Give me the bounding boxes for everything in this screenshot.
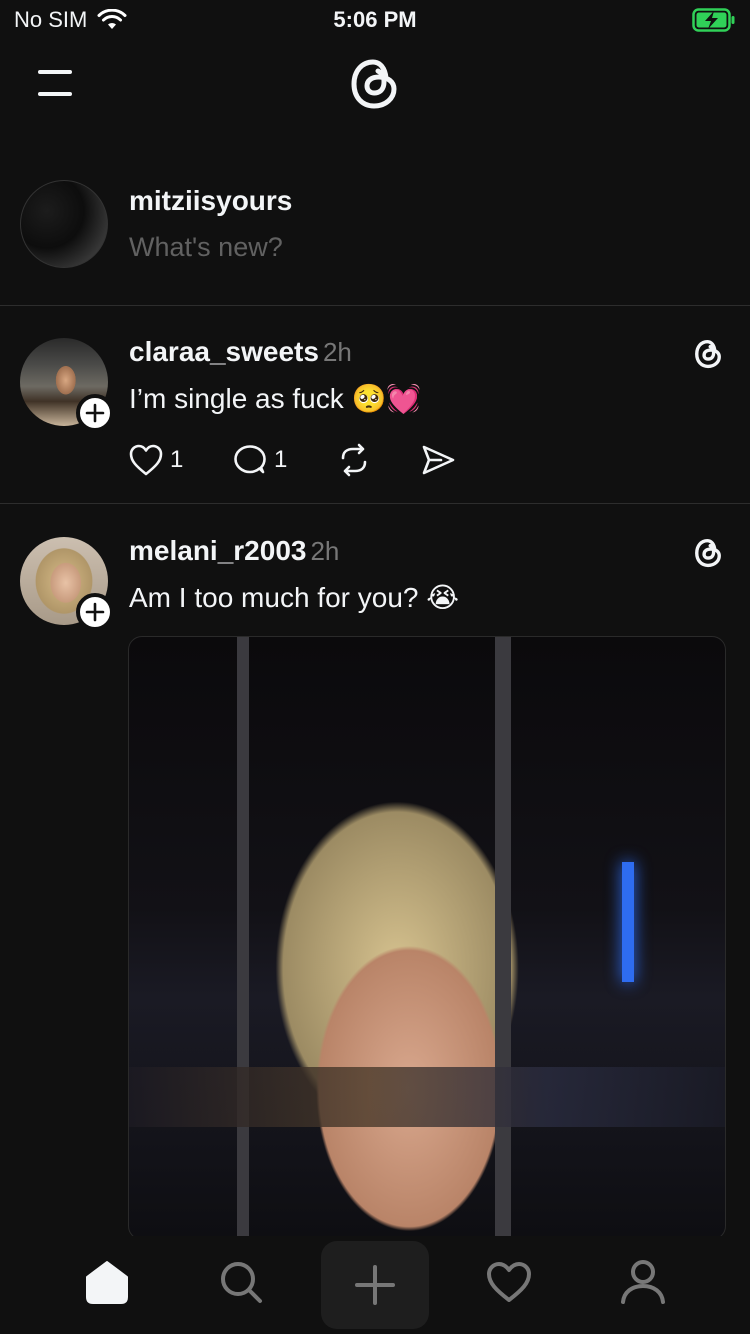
post-time: 2h — [310, 536, 340, 566]
heart-icon — [129, 444, 163, 476]
share-button[interactable] — [420, 442, 456, 478]
follow-button[interactable] — [76, 593, 114, 631]
post-actions: 1 1 — [128, 442, 488, 478]
image-lit-tower — [622, 862, 634, 982]
own-avatar[interactable] — [20, 180, 108, 268]
post-text: Am I too much for you? 😭 — [129, 582, 459, 613]
plus-icon — [85, 403, 105, 423]
post-text: I’m single as fuck 🥺💓 — [129, 383, 422, 414]
tab-search[interactable] — [205, 1246, 277, 1318]
follow-button[interactable] — [76, 394, 114, 432]
image-window-frame — [237, 637, 249, 1239]
post-author[interactable]: melani_r2003 2h — [129, 535, 339, 567]
tab-activity[interactable] — [473, 1246, 545, 1318]
composer-username: mitziisyours — [129, 185, 293, 216]
battery-charging-icon — [692, 8, 735, 32]
username[interactable]: claraa_sweets — [129, 336, 319, 367]
bottom-tab-bar — [0, 1236, 750, 1334]
hamburger-icon — [38, 70, 72, 96]
post-image[interactable] — [128, 636, 726, 1240]
status-time: 5:06 PM — [333, 7, 417, 32]
home-icon — [86, 1261, 128, 1304]
plus-icon — [85, 602, 105, 622]
repost-button[interactable] — [336, 442, 372, 478]
thread-post[interactable]: melani_r2003 2h Am I too much for you? 😭 — [0, 505, 750, 1245]
menu-button[interactable] — [36, 68, 76, 98]
profile-icon — [621, 1260, 665, 1304]
tab-profile[interactable] — [607, 1246, 679, 1318]
post-author[interactable]: claraa_sweets 2h — [129, 336, 352, 368]
threads-feed-screen: No SIM 5:06 PM mitziisyours What's new? — [0, 0, 750, 1334]
tab-new-post[interactable] — [321, 1241, 429, 1329]
status-bar: No SIM 5:06 PM — [0, 0, 750, 42]
like-button[interactable]: 1 — [128, 442, 183, 478]
new-thread-composer[interactable]: mitziisyours What's new? — [0, 180, 750, 306]
image-city-lights — [129, 1067, 725, 1127]
search-icon — [221, 1262, 262, 1303]
reply-button[interactable]: 1 — [232, 442, 287, 478]
like-count: 1 — [170, 446, 184, 473]
username[interactable]: melani_r2003 — [129, 535, 306, 566]
composer-placeholder[interactable]: What's new? — [129, 232, 283, 263]
threads-logo-icon[interactable] — [342, 52, 406, 116]
reply-count: 1 — [274, 446, 288, 473]
thread-post[interactable]: claraa_sweets 2h I’m single as fuck 🥺💓 1 … — [0, 306, 750, 504]
threads-logo-icon[interactable] — [690, 336, 726, 372]
heart-icon — [487, 1262, 531, 1302]
image-window-frame — [495, 637, 511, 1239]
comment-icon — [234, 445, 266, 474]
post-time: 2h — [322, 337, 352, 367]
tab-home[interactable] — [71, 1246, 143, 1318]
send-icon — [422, 445, 455, 475]
repost-icon — [341, 443, 367, 477]
new-post-icon — [355, 1265, 395, 1305]
threads-logo-icon[interactable] — [690, 535, 726, 571]
